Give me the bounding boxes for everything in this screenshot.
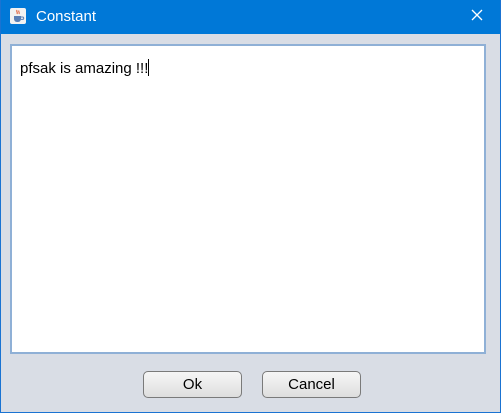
ok-button-label: Ok [182, 376, 203, 393]
constant-text-area[interactable]: pfsak is amazing !!! [12, 46, 484, 352]
java-cup-icon [10, 8, 26, 24]
window-title: Constant [36, 8, 97, 25]
cancel-button-label: Cancel [288, 376, 335, 393]
title-bar[interactable]: Constant [1, 0, 500, 34]
text-caret [148, 59, 150, 76]
ok-button[interactable]: Ok [143, 371, 242, 398]
constant-text: pfsak is amazing !!! [20, 60, 149, 77]
close-icon [471, 8, 483, 26]
cancel-button[interactable]: Cancel [262, 371, 361, 398]
close-button[interactable] [454, 0, 500, 34]
text-area-frame: pfsak is amazing !!! [10, 44, 486, 354]
dialog-window: Constant pfsak is amazing !!! Ok Cancel [0, 0, 501, 413]
